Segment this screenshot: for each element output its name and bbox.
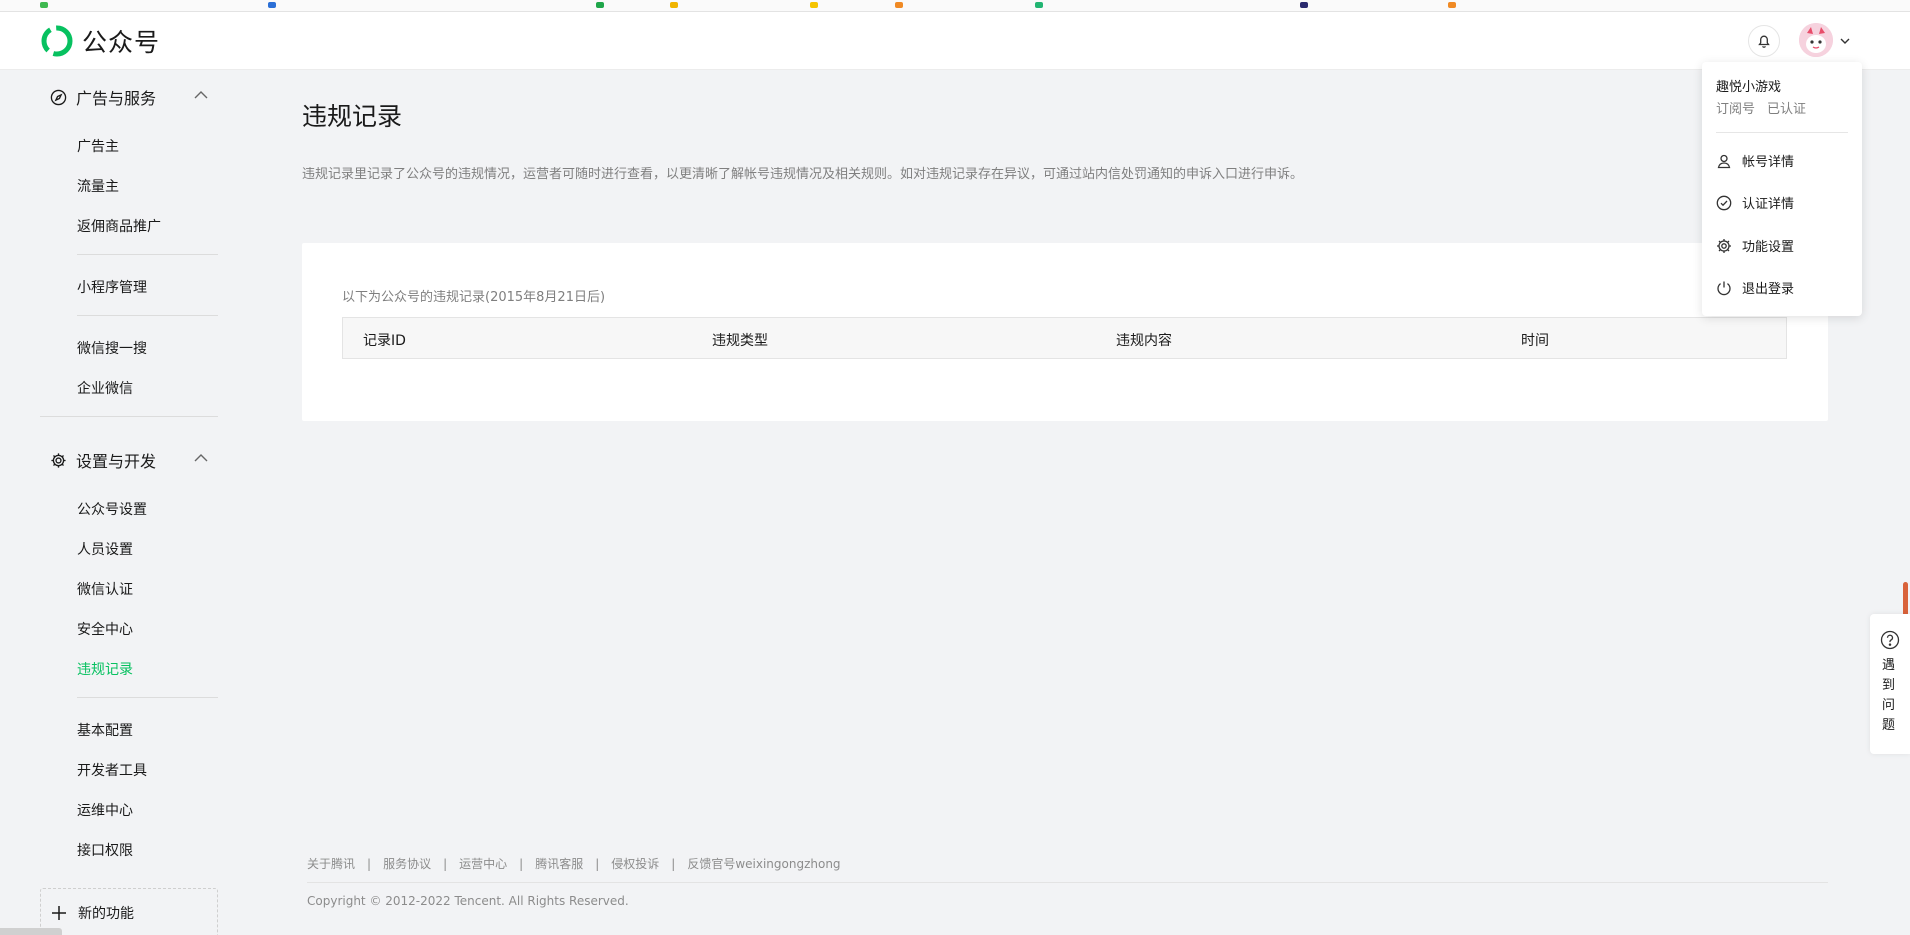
menu-item-label: 认证详情 [1742,197,1795,212]
violation-records-panel: 以下为公众号的违规记录(2015年8月21日后) 记录ID 违规类型 违规内容 … [302,243,1828,421]
separator: | [367,856,372,871]
sidebar-group-title: 广告与服务 [76,89,157,108]
avatar[interactable] [1799,23,1833,57]
logo[interactable]: 公众号 [40,23,160,59]
new-feature-button[interactable]: 新的功能 [40,888,218,935]
footer-link-feedback[interactable]: 反馈官号weixingongzhong [687,855,840,872]
horizontal-scrollbar[interactable] [0,928,62,935]
footer-link-customer-service[interactable]: 腾讯客服 [535,855,583,872]
sidebar-item-basic-config[interactable]: 基本配置 [77,720,133,740]
sidebar-item-account-settings[interactable]: 公众号设置 [77,499,147,519]
account-name: 趣悦小游戏 [1716,80,1782,95]
menu-item-logout[interactable]: 退出登录 [1716,278,1794,297]
browser-bookmark-strip [0,0,1910,12]
gear-icon [51,452,66,468]
footer-divider [307,882,1828,883]
footer-link-ops-center[interactable]: 运营中心 [459,855,507,872]
separator: | [671,856,676,871]
table-header: 记录ID 违规类型 违规内容 时间 [342,317,1787,359]
account-dropdown: 趣悦小游戏 订阅号 已认证 帐号详情 认证详情 功能设置 退出登录 [1702,62,1862,316]
notification-bell-icon[interactable] [1748,25,1780,57]
footer-link-service-agreement[interactable]: 服务协议 [383,855,431,872]
new-feature-label: 新的功能 [78,906,134,922]
sidebar-item-wechat-search[interactable]: 微信搜一搜 [77,338,147,358]
menu-item-label: 功能设置 [1742,240,1795,255]
sidebar-item-wecom[interactable]: 企业微信 [77,378,133,398]
sidebar-item-wechat-verification[interactable]: 微信认证 [77,579,133,599]
check-circle-icon [1716,195,1732,210]
menu-item-label: 帐号详情 [1742,155,1795,170]
separator: | [595,856,600,871]
gear-icon [1717,238,1731,253]
account-type: 订阅号 [1716,102,1756,117]
sidebar-group-title: 设置与开发 [76,452,157,471]
sidebar-item-commission-promotion[interactable]: 返佣商品推广 [77,216,161,236]
menu-item-account-details[interactable]: 帐号详情 [1716,151,1794,170]
sidebar-item-advertiser[interactable]: 广告主 [77,136,119,156]
help-tab[interactable]: 遇到问题 [1870,614,1910,754]
divider [77,315,218,316]
footer-link-about[interactable]: 关于腾讯 [307,855,355,872]
copyright: Copyright © 2012-2022 Tencent. All Right… [307,894,629,908]
column-header-time: 时间 [1521,333,1549,349]
sidebar-item-personnel-settings[interactable]: 人员设置 [77,539,133,559]
sidebar-group-settings-dev[interactable]: 设置与开发 [50,448,156,472]
help-label: 遇到问题 [1882,658,1896,733]
chevron-up-icon[interactable] [194,453,208,462]
wechat-official-logo-icon [41,25,73,57]
column-header-violation-content: 违规内容 [1116,333,1172,349]
separator: | [443,856,448,871]
menu-item-verification-details[interactable]: 认证详情 [1716,193,1794,212]
divider [1716,132,1848,133]
sidebar-item-developer-tools[interactable]: 开发者工具 [77,760,147,780]
divider [40,416,218,417]
sidebar: 广告与服务 广告主 流量主 返佣商品推广 小程序管理 微信搜一搜 企业微信 设置… [0,70,240,935]
divider [77,254,218,255]
sidebar-item-api-permissions[interactable]: 接口权限 [77,840,133,860]
footer-link-infringement[interactable]: 侵权投诉 [611,855,659,872]
question-circle-icon [1880,630,1900,650]
sidebar-item-security-center[interactable]: 安全中心 [77,619,133,639]
top-bar: 公众号 [0,12,1910,70]
page-title: 违规记录 [302,102,403,131]
page-description: 违规记录里记录了公众号的违规情况，运营者可随时进行查看，以更清晰了解帐号违规情况… [302,167,1304,182]
chevron-up-icon[interactable] [194,90,208,99]
account-meta: 订阅号 已认证 [1716,98,1806,117]
sidebar-item-traffic-owner[interactable]: 流量主 [77,176,119,196]
plus-icon [52,906,66,920]
column-header-record-id: 记录ID [363,333,406,349]
avatar-image-icon [1799,23,1833,57]
compass-icon [50,89,67,105]
separator: | [519,856,524,871]
sidebar-item-ops-center[interactable]: 运维中心 [77,800,133,820]
footer-links: 关于腾讯 | 服务协议 | 运营中心 | 腾讯客服 | 侵权投诉 | 反馈官号weixin… [307,855,841,872]
menu-item-feature-settings[interactable]: 功能设置 [1716,236,1794,255]
divider [77,697,218,698]
sidebar-item-mini-program[interactable]: 小程序管理 [77,277,147,297]
sidebar-item-violation-records[interactable]: 违规记录 [77,659,133,679]
chevron-down-icon[interactable] [1840,38,1850,45]
power-icon [1717,281,1731,295]
table-caption: 以下为公众号的违规记录(2015年8月21日后) [342,290,606,305]
user-icon [1717,154,1731,168]
app-name: 公众号 [82,28,161,57]
account-status: 已认证 [1767,102,1807,117]
sidebar-group-ads-services[interactable]: 广告与服务 [50,85,156,109]
column-header-violation-type: 违规类型 [712,333,768,349]
menu-item-label: 退出登录 [1742,282,1795,297]
